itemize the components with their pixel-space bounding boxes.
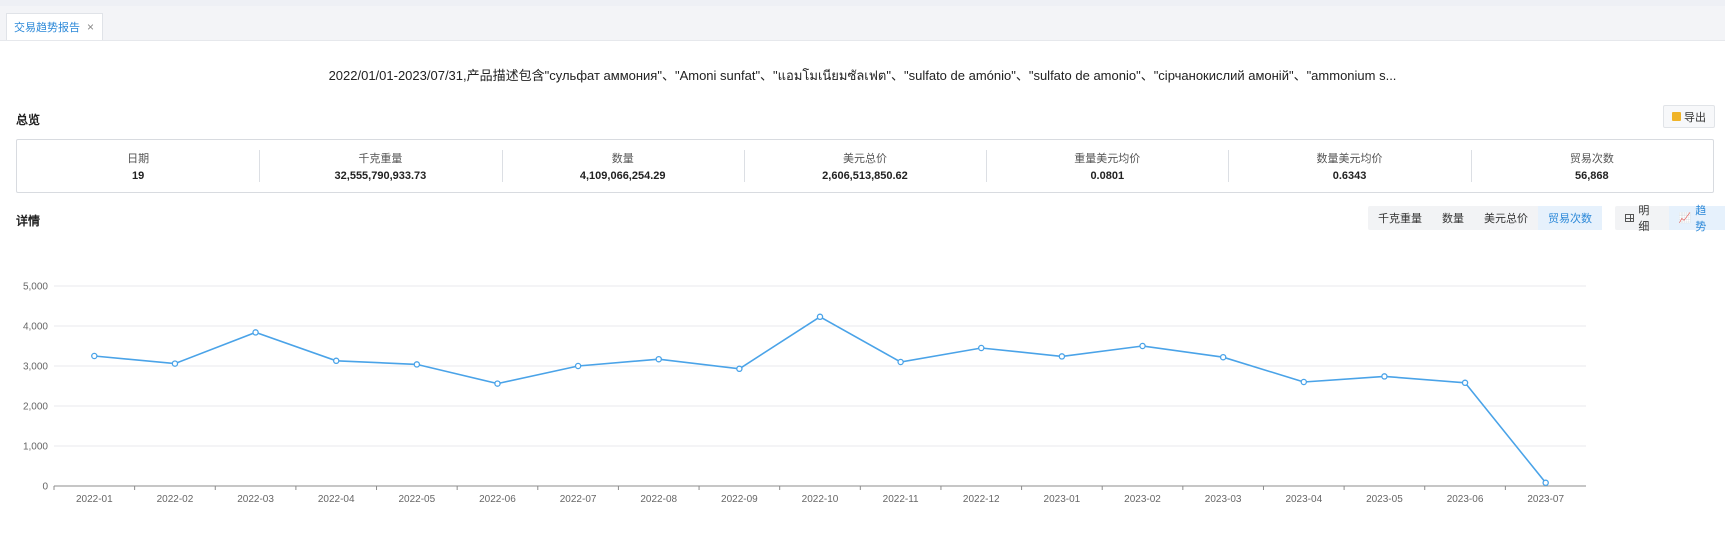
data-point <box>171 360 179 367</box>
data-point <box>1219 353 1227 361</box>
x-axis: 2022-01 2022-02 2022-03 2022-04 2022-05 2022-… <box>53 485 1586 505</box>
metric-weight-avg-price: 重量美元均价 0.0801 <box>986 140 1228 192</box>
x-tick-label: 2023-05 <box>1366 494 1403 505</box>
x-tick-label: 2022-03 <box>237 494 274 505</box>
summary-panel: 日期 19 千克重量 32,555,790,933.73 数量 4,109,06… <box>16 139 1714 193</box>
export-icon <box>1672 112 1681 121</box>
metric-weight-kg: 千克重量 32,555,790,933.73 <box>259 140 501 192</box>
x-tick-label: 2022-05 <box>398 494 435 505</box>
x-tick-label: 2022-09 <box>721 494 758 505</box>
x-tick-label: 2022-12 <box>963 494 1000 505</box>
y-tick-label: 4,000 <box>23 322 48 333</box>
metric-label: 千克重量 <box>358 153 403 165</box>
data-point <box>655 355 662 363</box>
metric-quantity-avg-price: 数量美元均价 0.6343 <box>1228 140 1470 192</box>
metric-value: 32,555,790,933.73 <box>334 170 427 182</box>
overview-title: 总览 <box>16 113 41 127</box>
export-button[interactable]: 导出 <box>1663 105 1715 128</box>
metric-label: 数量 <box>611 153 634 165</box>
data-point <box>736 365 743 373</box>
data-point <box>332 357 340 365</box>
data-point <box>574 362 582 370</box>
metric-trade-count: 贸易次数 56,868 <box>1470 140 1713 192</box>
series-line <box>94 315 1547 484</box>
data-point <box>1542 479 1549 487</box>
metric-total-usd: 美元总价 2,606,513,850.62 <box>743 140 986 192</box>
metric-label: 重量美元均价 <box>1074 153 1141 165</box>
data-point <box>1381 373 1388 380</box>
data-point <box>1139 342 1146 350</box>
metric-toggle-group: 千克重量 数量 美元总价 贸易次数 <box>1368 206 1602 230</box>
metric-value: 2,606,513,850.62 <box>822 170 908 182</box>
tab-label: 交易趋势报告 <box>14 22 80 34</box>
view-label: 明细 <box>1638 205 1650 233</box>
x-tick-label: 2023-02 <box>1124 494 1161 505</box>
metric-button-trade-count[interactable]: 贸易次数 <box>1538 206 1602 230</box>
data-point <box>252 329 259 336</box>
metric-date: 日期 19 <box>17 140 259 192</box>
data-point <box>91 352 98 360</box>
x-tick-label: 2023-01 <box>1044 494 1081 505</box>
data-point <box>978 344 985 352</box>
report-title: 2022/01/01-2023/07/31,产品描述包含"сульфат амм… <box>328 68 1397 83</box>
metric-value: 4,109,066,254.29 <box>579 170 666 182</box>
metric-button-total-usd[interactable]: 美元总价 <box>1474 206 1538 230</box>
metric-label: 数量美元均价 <box>1316 153 1383 165</box>
x-tick-label: 2022-02 <box>157 494 194 505</box>
x-tick-label: 2022-04 <box>318 494 355 505</box>
metric-button-weight[interactable]: 千克重量 <box>1368 206 1432 230</box>
metric-label: 贸易次数 <box>1569 153 1614 165</box>
data-point <box>413 361 421 368</box>
y-tick-label: 0 <box>42 482 48 493</box>
trend-line-chart: 01,0002,0003,0004,0005,000 2022-01 2022-0… <box>23 282 1586 505</box>
metric-quantity: 数量 4,109,066,254.29 <box>501 140 744 192</box>
metric-value: 0.6343 <box>1332 170 1367 182</box>
x-tick-label: 2022-01 <box>76 494 113 505</box>
y-axis: 0 1,000 2,000 3,000 4,000 5,000 <box>23 282 48 493</box>
metric-label: 日期 <box>127 153 150 165</box>
x-tick-label: 2022-07 <box>560 494 597 505</box>
y-tick-label: 2,000 <box>23 402 48 413</box>
export-label: 导出 <box>1684 111 1706 124</box>
y-tick-label: 1,000 <box>23 442 48 453</box>
chart-grid <box>54 285 1586 447</box>
data-point <box>1300 378 1308 386</box>
view-button-detail[interactable]: 明细 <box>1615 205 1669 233</box>
x-tick-label: 2023-06 <box>1447 494 1484 505</box>
metric-value: 19 <box>132 170 145 182</box>
view-toggle-group: 明细 📈 趋势 <box>1615 205 1725 233</box>
data-point <box>1461 379 1469 387</box>
data-points <box>91 313 1549 487</box>
x-tick-label: 2023-03 <box>1205 494 1242 505</box>
metric-label: 美元总价 <box>842 153 887 165</box>
metric-button-quantity[interactable]: 数量 <box>1432 206 1474 230</box>
y-tick-label: 3,000 <box>23 362 48 373</box>
x-tick-label: 2023-07 <box>1527 494 1564 505</box>
metric-value: 0.0801 <box>1090 170 1125 182</box>
trend-icon: 📈 <box>1678 212 1692 224</box>
tab-strip: 交易趋势报告 × <box>0 6 1725 41</box>
view-label: 趋势 <box>1695 205 1707 233</box>
data-point <box>897 358 904 366</box>
x-tick-label: 2023-04 <box>1285 494 1322 505</box>
y-tick-label: 5,000 <box>23 282 48 293</box>
metric-value: 56,868 <box>1575 170 1609 182</box>
data-point <box>1058 353 1066 360</box>
details-title: 详情 <box>16 214 41 228</box>
table-icon <box>1625 214 1635 222</box>
x-tick-label: 2022-06 <box>479 494 516 505</box>
x-tick-label: 2022-08 <box>640 494 677 505</box>
close-icon[interactable]: × <box>87 20 94 34</box>
data-point <box>494 380 501 387</box>
x-tick-label: 2022-10 <box>802 494 839 505</box>
view-button-trend[interactable]: 📈 趋势 <box>1668 205 1725 233</box>
x-tick-label: 2022-11 <box>883 494 919 505</box>
data-point <box>816 313 824 321</box>
tab-trade-trend-report[interactable]: 交易趋势报告 × <box>6 13 104 40</box>
